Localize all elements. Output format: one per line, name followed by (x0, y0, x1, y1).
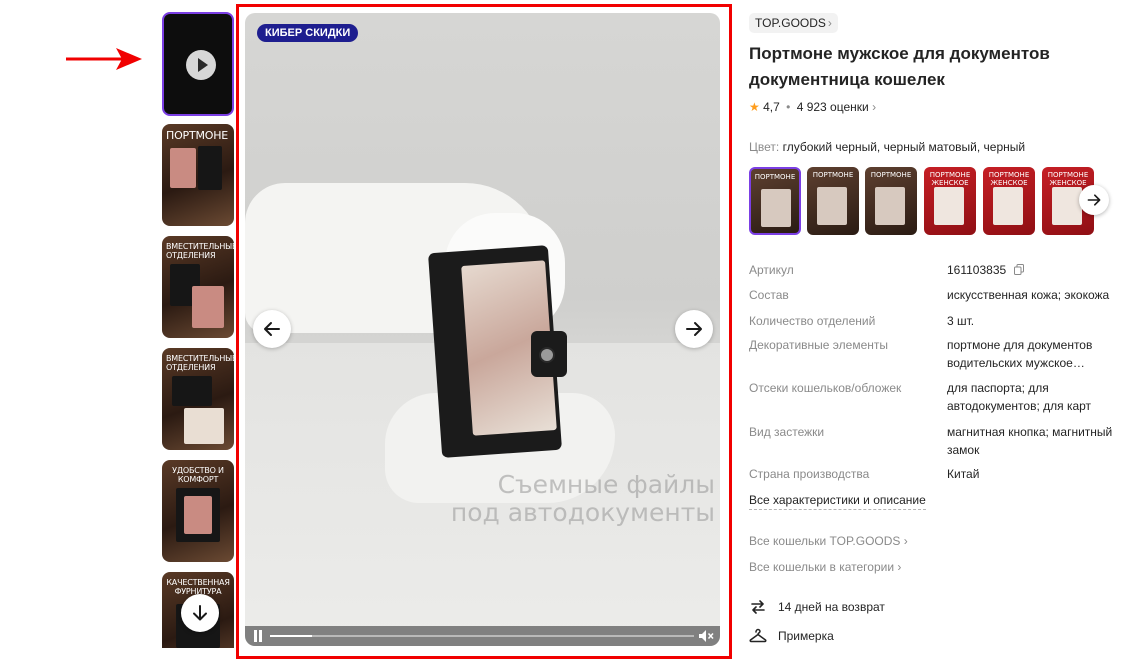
color-swatches: ПОРТМОНЕ ПОРТМОНЕ ПОРТМОНЕ ПОРТМОНЕ ЖЕНС… (749, 167, 1129, 235)
return-icon (751, 600, 765, 614)
arrow-down-icon (193, 605, 207, 621)
swatch-image (817, 187, 847, 225)
arrow-left-icon (264, 322, 280, 336)
color-swatch-2[interactable]: ПОРТМОНЕ (807, 167, 859, 235)
color-swatch-1[interactable]: ПОРТМОНЕ (749, 167, 801, 235)
spec-key: Отсеки кошельков/обложек (749, 379, 939, 397)
swatch-image (993, 187, 1023, 225)
category-wallets-link[interactable]: Все кошельки в категории › (749, 559, 901, 575)
chevron-right-icon: › (872, 100, 877, 114)
color-swatch-4[interactable]: ПОРТМОНЕ ЖЕНСКОЕ (924, 167, 976, 235)
video-caption-line-1: Съемные файлы (497, 470, 715, 499)
hanger-icon (749, 628, 767, 643)
media-wallet-snap (539, 347, 555, 363)
thumbnail-title: ВМЕСТИТЕЛЬНЫЕ ОТДЕЛЕНИЯ (166, 242, 234, 260)
thumbnail-title: ВМЕСТИТЕЛЬНЫЕ ОТДЕЛЕНИЯ (166, 354, 234, 372)
spec-value: 3 шт. (947, 314, 975, 328)
spec-value: искусственная кожа; экокожа (947, 288, 1110, 302)
swatch-label: ПОРТМОНЕ (870, 171, 912, 179)
pause-button[interactable] (253, 630, 263, 642)
rating-value: 4,7 (763, 100, 780, 114)
swatch-label: ПОРТМОНЕ ЖЕНСКОЕ (988, 171, 1030, 187)
thumbnail-photo-2[interactable]: ВМЕСТИТЕЛЬНЫЕ ОТДЕЛЕНИЯ (162, 236, 234, 338)
promo-badge: КИБЕР СКИДКИ (257, 24, 359, 42)
swatch-image (875, 187, 905, 225)
thumbnail-title: ПОРТМОНЕ (166, 129, 229, 142)
product-info-panel: TOP.GOODS › Портмоне мужское для документ… (749, 0, 1134, 667)
swatch-label: ПОРТМОНЕ ЖЕНСКОЕ (929, 171, 971, 187)
play-icon (186, 50, 216, 80)
video-controls (245, 626, 720, 646)
category-wallets-label: Все кошельки в категории (749, 560, 895, 574)
spec-value: Китай (947, 467, 980, 481)
media-prev-button[interactable] (253, 310, 291, 348)
spec-key: Количество отделений (749, 312, 939, 330)
rating-link[interactable]: ★ 4,7 • 4 923 оценки › (749, 99, 876, 115)
product-title: Портмоне мужское для документов документ… (749, 44, 1050, 89)
separator-dot: • (786, 100, 791, 114)
annotation-arrow (66, 48, 142, 70)
spec-key: Страна производства (749, 465, 939, 483)
swatch-image (934, 187, 964, 225)
chevron-right-icon: › (903, 534, 908, 548)
thumbnail-document-image (184, 496, 212, 534)
spec-value: магнитная кнопка; магнитный замок (947, 425, 1113, 457)
brand-name: TOP.GOODS (755, 16, 826, 30)
return-text: 14 дней на возврат (778, 600, 885, 614)
color-value: глубокий черный, черный матовый, черный (782, 140, 1026, 154)
fitting-text: Примерка (778, 629, 834, 643)
thumbnail-photo-1[interactable]: ПОРТМОНЕ (162, 124, 234, 226)
chevron-right-icon: › (897, 560, 902, 574)
thumbnail-video[interactable] (162, 12, 234, 116)
spec-value: для паспорта; для автодокументов; для ка… (947, 381, 1092, 413)
spec-value: 161103835 (947, 261, 1125, 279)
swatch-label: ПОРТМОНЕ (754, 173, 796, 181)
thumbnail-photo-4[interactable]: УДОБСТВО И КОМФОРТ (162, 460, 234, 562)
brand-wallets-label: Все кошельки TOP.GOODS (749, 534, 901, 548)
reviews-count: 4 923 оценки (796, 100, 869, 114)
media-next-button[interactable] (675, 310, 713, 348)
thumbnail-wallet-image (172, 376, 212, 406)
spec-key: Состав (749, 286, 939, 304)
thumbnail-wallet-image (198, 146, 222, 190)
swatch-label: ПОРТМОНЕ (812, 171, 854, 179)
spec-value: портмоне для документов водительских муж… (947, 338, 1093, 370)
spec-key: Вид застежки (749, 423, 939, 441)
scroll-down-button[interactable] (181, 594, 219, 632)
video-caption: Съемные файлы под автодокументы (415, 471, 715, 527)
swatch-label: ПОРТМОНЕ ЖЕНСКОЕ (1047, 171, 1089, 187)
thumbnail-document-image (184, 408, 224, 444)
color-swatch-3[interactable]: ПОРТМОНЕ (865, 167, 917, 235)
main-media-viewer[interactable]: Съемные файлы под автодокументы КИБЕР СК… (245, 13, 720, 646)
brand-wallets-link[interactable]: Все кошельки TOP.GOODS › (749, 533, 908, 549)
thumbnail-title: УДОБСТВО И КОМФОРТ (172, 466, 224, 484)
arrow-right-icon (1087, 194, 1101, 206)
thumbnail-document-image (192, 286, 224, 328)
swatch-image (1052, 187, 1082, 225)
mute-icon[interactable] (698, 629, 714, 643)
video-progress-bar[interactable] (270, 635, 694, 637)
color-label: Цвет: (749, 140, 780, 154)
all-specs-link[interactable]: Все характеристики и описание (749, 491, 926, 510)
copy-icon[interactable] (1013, 264, 1024, 275)
star-icon: ★ (749, 100, 760, 114)
color-info: Цвет: глубокий черный, черный матовый, ч… (749, 139, 1025, 155)
chevron-right-icon: › (827, 16, 832, 30)
video-caption-line-2: под автодокументы (450, 498, 715, 527)
thumbnail-photo-3[interactable]: ВМЕСТИТЕЛЬНЫЕ ОТДЕЛЕНИЯ (162, 348, 234, 450)
article-number: 161103835 (947, 263, 1007, 277)
thumbnail-strip: ПОРТМОНЕ ВМЕСТИТЕЛЬНЫЕ ОТДЕЛЕНИЯ ВМЕСТИТ… (162, 12, 236, 648)
brand-link[interactable]: TOP.GOODS › (749, 13, 838, 33)
video-progress-fill (270, 635, 313, 637)
spec-key: Декоративные элементы (749, 336, 939, 354)
swatch-image (761, 189, 791, 227)
color-swatch-5[interactable]: ПОРТМОНЕ ЖЕНСКОЕ (983, 167, 1035, 235)
swatches-next-button[interactable] (1079, 185, 1109, 215)
arrow-right-icon (686, 322, 702, 336)
spec-key: Артикул (749, 261, 939, 279)
thumbnail-document-image (170, 148, 196, 188)
